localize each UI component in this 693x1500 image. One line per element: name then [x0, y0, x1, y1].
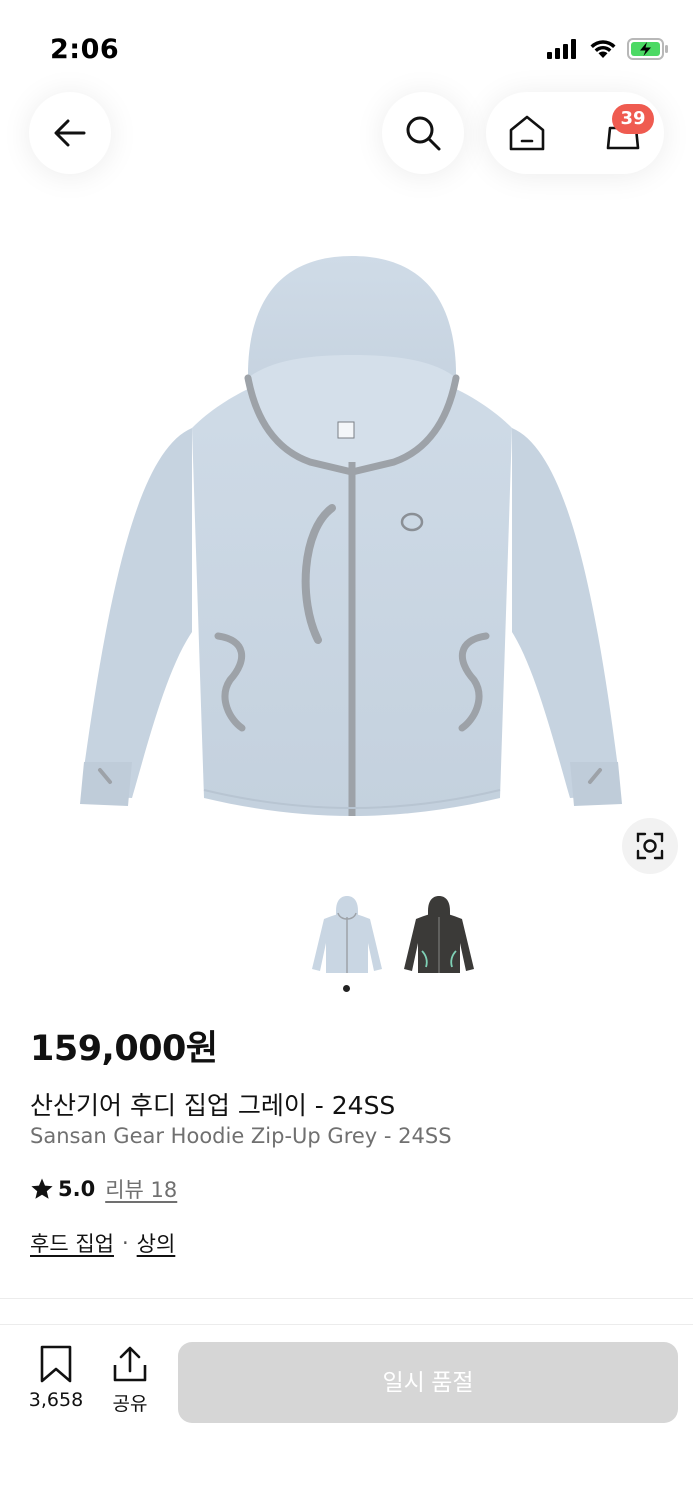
share-label: 공유 — [112, 1393, 148, 1415]
thumbnail-charcoal[interactable] — [400, 895, 478, 977]
rating-value: 5.0 — [58, 1177, 96, 1201]
image-search-button[interactable] — [622, 818, 678, 874]
back-button[interactable] — [29, 92, 111, 174]
category-separator: · — [121, 1231, 129, 1255]
thumbnail-grey[interactable] — [308, 895, 386, 977]
status-icons — [547, 38, 669, 60]
pager-indicator — [343, 985, 350, 992]
rating-row: 5.0 리뷰 18 — [30, 1174, 177, 1204]
cellular-signal-icon — [547, 39, 576, 59]
battery-charging-icon — [627, 38, 668, 60]
product-price: 159,000원 — [30, 1029, 218, 1069]
category-link-tops[interactable]: 상의 — [137, 1228, 176, 1258]
category-link-hood-zipup[interactable]: 후드 집업 — [30, 1228, 114, 1258]
star-icon — [31, 1178, 53, 1199]
home-button[interactable] — [500, 106, 554, 160]
share-button[interactable]: 공유 — [102, 1345, 158, 1415]
nav-pill: 39 — [486, 92, 664, 174]
product-name-english: Sansan Gear Hoodie Zip-Up Grey - 24SS — [30, 1124, 452, 1148]
bookmark-count: 3,658 — [28, 1389, 84, 1411]
wifi-icon — [590, 40, 616, 58]
bottom-action-bar: 3,658 공유 일시 품절 — [0, 1324, 693, 1500]
image-search-icon — [636, 832, 664, 860]
home-icon — [509, 115, 545, 151]
bookmark-button[interactable]: 3,658 — [22, 1345, 90, 1415]
product-main-image[interactable] — [70, 250, 630, 830]
divider — [0, 1298, 693, 1299]
search-icon — [406, 116, 441, 151]
bookmark-icon — [40, 1345, 72, 1383]
cart-count-badge: 39 — [612, 104, 654, 134]
soldout-button[interactable]: 일시 품절 — [178, 1342, 678, 1423]
status-time: 2:06 — [50, 34, 120, 65]
back-arrow-icon — [54, 119, 86, 147]
status-bar: 2:06 — [0, 0, 693, 90]
review-count-link[interactable]: 리뷰 18 — [105, 1174, 177, 1204]
category-breadcrumb: 후드 집업 · 상의 — [30, 1228, 175, 1258]
share-icon — [113, 1346, 147, 1382]
product-name-korean: 산산기어 후디 집업 그레이 - 24SS — [30, 1091, 396, 1120]
search-button[interactable] — [382, 92, 464, 174]
